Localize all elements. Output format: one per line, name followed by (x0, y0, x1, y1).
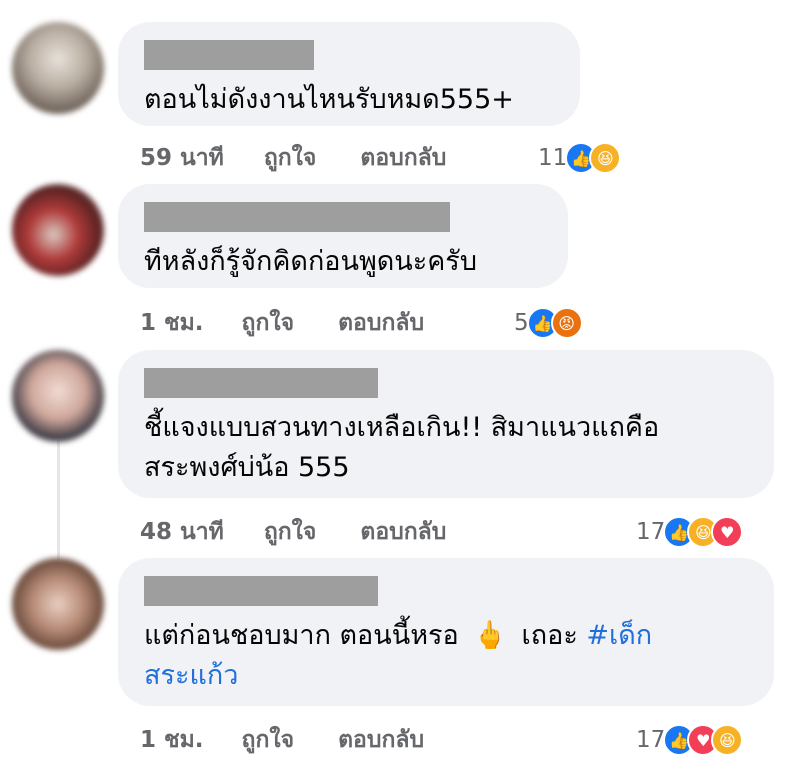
hashtag-link[interactable]: #เด็ก (586, 620, 652, 651)
like-button[interactable]: ถูกใจ (242, 305, 295, 341)
comment-time[interactable]: 59 นาที (140, 140, 224, 176)
comment-actions: 1 ชม. ถูกใจ ตอบกลับ (140, 303, 424, 343)
commenter-name-redacted[interactable] (144, 40, 314, 70)
reaction-summary[interactable]: 11 👍 😆 (538, 138, 622, 178)
comment-actions: 1 ชม. ถูกใจ ตอบกลับ (140, 720, 424, 760)
commenter-name-redacted[interactable] (144, 576, 378, 606)
comment-text: ทีหลังก็รู้จักคิดก่อนพูดนะครับ (144, 246, 477, 277)
avatar[interactable] (12, 184, 104, 276)
avatar[interactable] (12, 22, 104, 114)
reaction-summary[interactable]: 5 👍 😡 (514, 303, 583, 343)
reply-button[interactable]: ตอบกลับ (338, 722, 424, 758)
comment-text-line: สระพงศ์บ่น้อ 555 (144, 452, 350, 483)
like-button[interactable]: ถูกใจ (264, 514, 317, 550)
reaction-count: 17 (636, 727, 666, 753)
like-button[interactable]: ถูกใจ (242, 722, 295, 758)
comment-bubble: แต่ก่อนชอบมาก ตอนนี้หรอ 🖕 เถอะ #เด็ก สระ… (118, 558, 774, 706)
reply-button[interactable]: ตอบกลับ (360, 514, 446, 550)
middle-finger-emoji: 🖕 (473, 620, 507, 651)
like-button[interactable]: ถูกใจ (264, 140, 317, 176)
avatar[interactable] (12, 350, 104, 442)
reaction-summary[interactable]: 17 👍 ♥ 😆 (636, 720, 744, 760)
reply-button[interactable]: ตอบกลับ (360, 140, 446, 176)
reply-button[interactable]: ตอบกลับ (338, 305, 424, 341)
reaction-count: 11 (538, 145, 568, 171)
comment-text: เถอะ (521, 620, 578, 651)
angry-reaction-icon: 😡 (550, 307, 583, 339)
avatar[interactable] (12, 558, 104, 650)
thread-line (57, 440, 60, 560)
reaction-summary[interactable]: 17 👍 😆 ♥ (636, 512, 744, 552)
reaction-count: 17 (636, 519, 666, 545)
haha-reaction-icon: 😆 (711, 724, 744, 756)
hashtag-link[interactable]: สระแก้ว (144, 660, 238, 691)
comment-bubble: ชี้แจงแบบสวนทางเหลือเกิน!! สิมาแนวแถคือ … (118, 350, 774, 498)
comment-text-line: ชี้แจงแบบสวนทางเหลือเกิน!! สิมาแนวแถคือ (144, 412, 660, 443)
comment-time[interactable]: 48 นาที (140, 514, 224, 550)
love-reaction-icon: ♥ (711, 516, 744, 548)
haha-reaction-icon: 😆 (589, 142, 622, 174)
commenter-name-redacted[interactable] (144, 368, 378, 398)
comment-text: ตอนไม่ดังงานไหนรับหมด555+ (144, 84, 514, 115)
comment-text: แต่ก่อนชอบมาก ตอนนี้หรอ (144, 620, 459, 651)
comment-time[interactable]: 1 ชม. (140, 722, 204, 758)
comment-text-line: แต่ก่อนชอบมาก ตอนนี้หรอ 🖕 เถอะ #เด็ก (144, 616, 748, 656)
comment-bubble: ทีหลังก็รู้จักคิดก่อนพูดนะครับ (118, 184, 568, 288)
comment-time[interactable]: 1 ชม. (140, 305, 204, 341)
comment-bubble: ตอนไม่ดังงานไหนรับหมด555+ (118, 22, 580, 126)
comment-actions: 59 นาที ถูกใจ ตอบกลับ (140, 138, 446, 178)
comment-text-line: สระแก้ว (144, 656, 748, 696)
comment-actions: 48 นาที ถูกใจ ตอบกลับ (140, 512, 446, 552)
commenter-name-redacted[interactable] (144, 202, 450, 232)
